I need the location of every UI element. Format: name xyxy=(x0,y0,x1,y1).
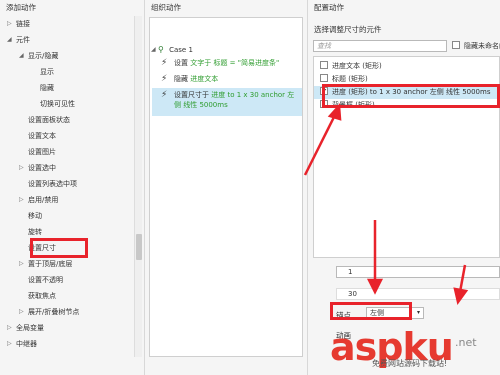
bolt-icon: ⚡ xyxy=(161,58,168,68)
tree-item-label: 设置选中 xyxy=(28,164,56,172)
tree-item[interactable]: 获取焦点 xyxy=(6,288,132,304)
tree-item-label: 启用/禁用 xyxy=(28,196,59,204)
highlight-progress-widget xyxy=(322,84,500,108)
expand-arrow-icon[interactable]: ▷ xyxy=(19,256,24,272)
width-input[interactable]: 1 xyxy=(336,266,500,278)
widget-row-progress-text[interactable]: 进度文本 (矩形) xyxy=(314,60,499,73)
case-icon: ⚲ xyxy=(158,45,164,54)
hide-unnamed-checkbox[interactable] xyxy=(452,41,460,49)
action-detail: 文字于 标题 = "简易进度条" xyxy=(190,59,280,67)
add-action-panel: 添加动作 ▷ 链接 ◢ 元件 ◢ 显示/隐藏显示隐藏切换可见性设置面板状态 设置文本设置图片… xyxy=(0,0,145,375)
tree-item[interactable]: 显示 xyxy=(6,64,132,80)
tree-item-label: 设置列表选中项 xyxy=(28,180,77,188)
tree-item-label: 设置文本 xyxy=(28,132,56,140)
organize-action-header: 组织动作 xyxy=(151,3,181,12)
action-set-text[interactable]: ⚡ 设置 文字于 标题 = "简易进度条" xyxy=(161,58,299,68)
tree-item[interactable]: ▷ 链接 xyxy=(6,16,132,32)
tree-item[interactable]: ▷ 展开/折叠树节点 xyxy=(6,304,132,320)
tree-item-label: 设置面板状态 xyxy=(28,116,70,124)
action-set-size[interactable]: ⚡ 设置尺寸于 进度 to 1 x 30 anchor 左侧 线性 5000ms xyxy=(152,88,302,116)
height-input[interactable]: 30 xyxy=(336,288,500,300)
tree-item[interactable]: 设置文本 xyxy=(6,128,132,144)
watermark-sub: 免费网站源码下载站! xyxy=(372,359,448,368)
action-prefix: 设置尺寸于 xyxy=(174,91,212,99)
tree-item-label: 隐藏 xyxy=(40,84,54,92)
tree-item-label: 移动 xyxy=(28,212,42,220)
tree-item-label: 设置图片 xyxy=(28,148,56,156)
collapse-arrow-icon: ◢ xyxy=(151,46,156,53)
add-action-header: 添加动作 xyxy=(6,3,36,12)
action-tree: ▷ 链接 ◢ 元件 ◢ 显示/隐藏显示隐藏切换可见性设置面板状态 设置文本设置图片 ▷ 设置选中… xyxy=(6,16,132,357)
tree-item[interactable]: ▷ 设置选中 xyxy=(6,160,132,176)
tree-item-label: 切换可见性 xyxy=(40,100,75,108)
action-tree-scrollbar[interactable] xyxy=(134,16,142,357)
action-prefix: 设置 xyxy=(174,59,191,67)
section-title: 选择调整尺寸的元件 xyxy=(314,25,382,34)
watermark-net: .net xyxy=(455,336,477,349)
organize-action-panel: 组织动作 ⚲ Case 1 ◢ ⚡ 设置 文字于 标题 = "简易进度条" ⚡ … xyxy=(145,0,308,375)
tree-item[interactable]: 切换可见性 xyxy=(6,96,132,112)
expand-arrow-icon[interactable]: ▷ xyxy=(7,336,12,352)
bolt-icon: ⚡ xyxy=(161,74,168,84)
tree-item[interactable]: 设置列表选中项 xyxy=(6,176,132,192)
tree-item-label: 置于顶层/底层 xyxy=(28,260,73,268)
tree-item[interactable]: ▷ 中继器 xyxy=(6,336,132,352)
tree-item[interactable]: 设置图片 xyxy=(6,144,132,160)
expand-arrow-icon[interactable]: ▷ xyxy=(7,16,12,32)
case-label: Case 1 xyxy=(169,46,193,54)
tree-item-label: 显示/隐藏 xyxy=(28,52,59,60)
tree-item[interactable]: 隐藏 xyxy=(6,80,132,96)
tree-item[interactable]: 设置面板状态 xyxy=(6,112,132,128)
highlight-anchor xyxy=(330,302,412,320)
widget-checkbox[interactable] xyxy=(320,61,328,69)
widget-label: 标题 (矩形) xyxy=(332,75,368,83)
bolt-icon: ⚡ xyxy=(161,90,168,100)
tree-item-label: 获取焦点 xyxy=(28,292,56,300)
case-row[interactable]: ⚲ Case 1 ◢ xyxy=(151,44,193,56)
tree-item[interactable]: ▷ 启用/禁用 xyxy=(6,192,132,208)
widget-label: 进度文本 (矩形) xyxy=(332,62,382,70)
tree-item[interactable]: ▷ 置于顶层/底层 xyxy=(6,256,132,272)
tree-item[interactable]: ▷ 全局变量 xyxy=(6,320,132,336)
configure-action-header: 配置动作 xyxy=(314,3,344,12)
expand-arrow-icon[interactable]: ▷ xyxy=(19,304,24,320)
action-detail: 进度文本 xyxy=(190,75,219,83)
hide-unnamed-label: 隐藏未命名的 xyxy=(464,42,500,50)
action-hide[interactable]: ⚡ 隐藏 进度文本 xyxy=(161,74,299,84)
action-list-box: ⚲ Case 1 ◢ ⚡ 设置 文字于 标题 = "简易进度条" ⚡ 隐藏 进度… xyxy=(149,17,303,357)
tree-item-label: 元件 xyxy=(16,36,30,44)
tree-item-label: 设置不透明 xyxy=(28,276,63,284)
tree-item-label: 中继器 xyxy=(16,340,37,348)
tree-item-label: 全局变量 xyxy=(16,324,44,332)
chevron-down-icon: ▾ xyxy=(416,309,420,316)
tree-item[interactable]: 设置不透明 xyxy=(6,272,132,288)
widget-search-input[interactable]: 查找 xyxy=(313,40,447,52)
collapse-arrow-icon[interactable]: ◢ xyxy=(7,32,12,48)
tree-item-label: 显示 xyxy=(40,68,54,76)
tree-item-label: 展开/折叠树节点 xyxy=(28,308,80,316)
widget-checkbox[interactable] xyxy=(320,74,328,82)
action-prefix: 隐藏 xyxy=(174,75,191,83)
collapse-arrow-icon[interactable]: ◢ xyxy=(19,48,24,64)
tree-item[interactable]: 移动 xyxy=(6,208,132,224)
tree-item-label: 链接 xyxy=(16,20,30,28)
expand-arrow-icon[interactable]: ▷ xyxy=(7,320,12,336)
expand-arrow-icon[interactable]: ▷ xyxy=(19,192,24,208)
tree-item[interactable]: ◢ 显示/隐藏 xyxy=(6,48,132,64)
highlight-set-size xyxy=(30,238,88,258)
scrollbar-thumb[interactable] xyxy=(136,234,142,260)
expand-arrow-icon[interactable]: ▷ xyxy=(19,160,24,176)
tree-item[interactable]: ◢ 元件 xyxy=(6,32,132,48)
hide-unnamed-toggle[interactable]: 隐藏未命名的 xyxy=(452,41,500,51)
